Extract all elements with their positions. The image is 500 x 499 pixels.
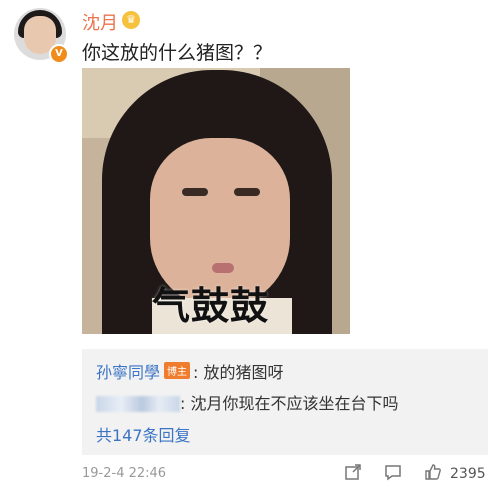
image-mouth xyxy=(212,263,234,273)
like-count: 2395 xyxy=(450,466,486,482)
timestamp: 19-2-4 22:46 xyxy=(82,466,167,481)
post-text: 你这放的什么猪图？？ xyxy=(82,42,273,64)
image-eye-left xyxy=(182,188,208,196)
vip-crown-icon: ♛ xyxy=(122,11,140,29)
comment-row[interactable]: 孙寧同學 博主: 放的猪图呀 xyxy=(96,359,284,383)
like-icon[interactable] xyxy=(424,463,446,485)
verified-icon: V xyxy=(49,44,69,64)
comment-icon[interactable] xyxy=(384,463,406,485)
image-eye-right xyxy=(234,188,260,196)
blurred-username xyxy=(96,396,180,412)
comment-preview[interactable]: 孙寧同學 博主: 放的猪图呀 : 沈月你现在不应该坐在台下吗 共147条回复 xyxy=(82,349,488,455)
host-badge: 博主 xyxy=(164,362,191,379)
username[interactable]: 沈月 xyxy=(82,9,118,35)
more-replies-link[interactable]: 共147条回复 xyxy=(96,422,191,446)
post-footer: 19-2-4 22:46 2395 xyxy=(82,463,492,487)
comment-user[interactable]: 孙寧同學 xyxy=(96,363,160,382)
comment-text: : 沈月你现在不应该坐在台下吗 xyxy=(180,394,399,413)
image-caption: 气鼓鼓 xyxy=(152,284,270,328)
post-image[interactable]: 气鼓鼓 xyxy=(82,68,350,334)
share-icon[interactable] xyxy=(344,463,366,485)
comment-text: : 放的猪图呀 xyxy=(193,363,284,382)
comment-row[interactable]: : 沈月你现在不应该坐在台下吗 xyxy=(96,390,398,414)
